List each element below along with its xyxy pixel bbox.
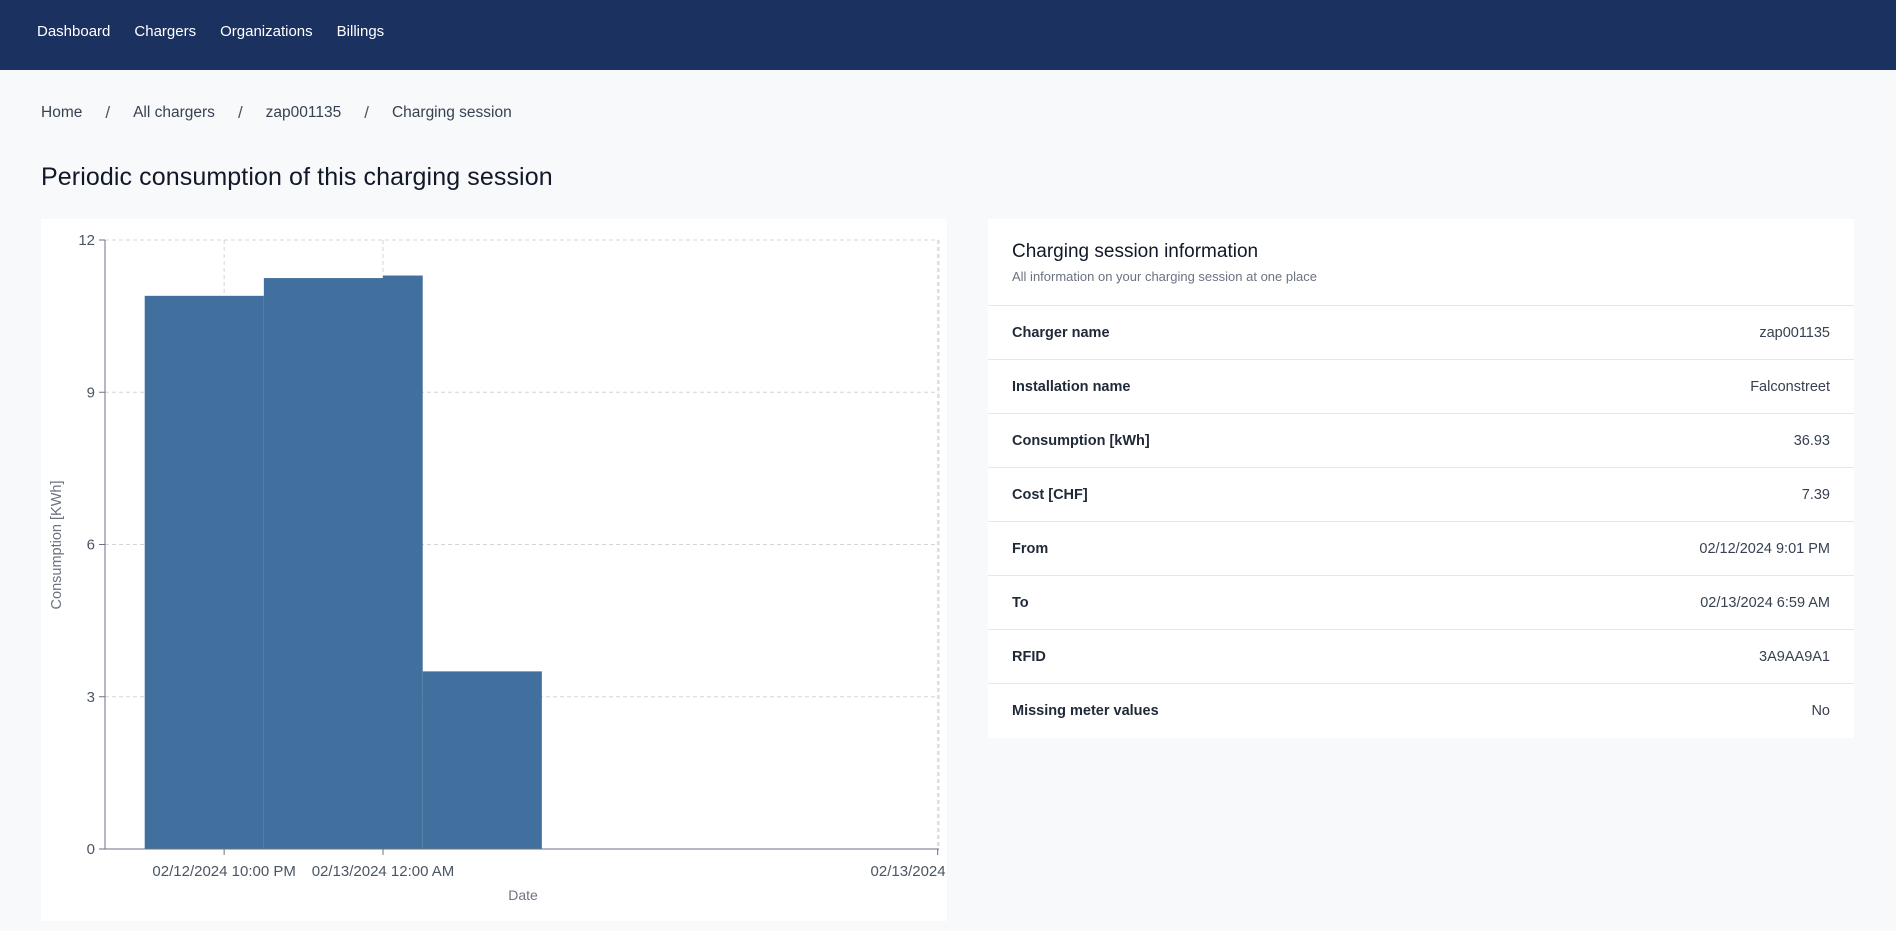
info-row-rfid: RFID 3A9AA9A1: [988, 630, 1854, 684]
nav-organizations[interactable]: Organizations: [220, 23, 313, 40]
info-label: Missing meter values: [1012, 703, 1159, 719]
info-row-charger-name: Charger name zap001135: [988, 306, 1854, 360]
info-value: 3A9AA9A1: [1759, 648, 1830, 665]
info-label: Consumption [kWh]: [1012, 432, 1150, 449]
y-tick-label: 6: [87, 537, 95, 554]
info-label: Installation name: [1012, 378, 1131, 395]
breadcrumb-home[interactable]: Home: [41, 104, 82, 122]
nav-dashboard[interactable]: Dashboard: [37, 23, 110, 40]
x-tick-label: 02/13/2024 6:59 AM: [871, 863, 947, 880]
breadcrumb-charger[interactable]: zap001135: [266, 104, 342, 122]
y-tick-label: 9: [87, 384, 95, 401]
info-row-missing-meter-values: Missing meter values No: [988, 684, 1854, 738]
consumption-chart-card: 0 3 6 9 12 02/12/2024 10:00 PM 02/13/2024 12:0…: [41, 219, 947, 921]
main-nav: Dashboard Chargers Organizations Billing…: [37, 0, 384, 62]
info-value: 7.39: [1801, 486, 1830, 503]
breadcrumb-separator: /: [364, 103, 369, 122]
consumption-bar: [144, 295, 264, 849]
session-info-subtitle: All information on your charging session…: [1012, 269, 1317, 284]
info-label: RFID: [1012, 648, 1046, 665]
info-value: zap001135: [1759, 324, 1830, 341]
x-tick-label: 02/12/2024 10:00 PM: [152, 863, 295, 880]
y-axis-label: Consumption [KWh]: [49, 481, 65, 610]
info-value: Falconstreet: [1750, 378, 1830, 395]
info-row-from: From 02/12/2024 9:01 PM: [988, 522, 1854, 576]
info-value: 36.93: [1793, 432, 1830, 449]
session-info-title: Charging session information: [1012, 241, 1259, 262]
breadcrumb-all-chargers[interactable]: All chargers: [133, 104, 215, 122]
session-info-card: Charging session information All informa…: [988, 219, 1854, 738]
consumption-bar: [383, 275, 423, 849]
info-row-cost: Cost [CHF] 7.39: [988, 468, 1854, 522]
session-info-header: Charging session information All informa…: [988, 219, 1854, 306]
info-value: No: [1811, 703, 1830, 719]
breadcrumb-separator: /: [237, 103, 243, 122]
info-label: Cost [CHF]: [1012, 486, 1088, 503]
consumption-bar: [422, 671, 542, 849]
nav-chargers[interactable]: Chargers: [134, 23, 196, 40]
info-row-to: To 02/13/2024 6:59 AM: [988, 576, 1854, 630]
breadcrumb: Home / All chargers / zap001135 / Chargi…: [41, 103, 512, 123]
info-label: To: [1012, 594, 1029, 611]
y-tick-label: 3: [87, 689, 95, 706]
info-row-installation-name: Installation name Falconstreet: [988, 360, 1854, 414]
top-navbar: Dashboard Chargers Organizations Billing…: [0, 0, 1896, 70]
nav-billings[interactable]: Billings: [337, 23, 385, 40]
x-tick-label: 02/13/2024 12:00 AM: [312, 863, 455, 880]
y-tick-label: 0: [87, 841, 95, 858]
info-value: 02/12/2024 9:01 PM: [1699, 540, 1830, 557]
consumption-bar: [263, 278, 383, 849]
info-label: From: [1012, 540, 1049, 557]
page-title: Periodic consumption of this charging se…: [41, 163, 553, 191]
breadcrumb-separator: /: [105, 103, 111, 122]
y-tick-label: 12: [78, 232, 95, 249]
consumption-chart: 0 3 6 9 12 02/12/2024 10:00 PM 02/13/2024 12:0…: [49, 232, 947, 903]
breadcrumb-current: Charging session: [391, 104, 512, 121]
x-axis-label: Date: [508, 887, 538, 903]
info-label: Charger name: [1012, 324, 1110, 341]
info-value: 02/13/2024 6:59 AM: [1700, 594, 1830, 611]
chart-bars: [144, 275, 542, 849]
info-row-consumption: Consumption [kWh] 36.93: [988, 414, 1854, 468]
